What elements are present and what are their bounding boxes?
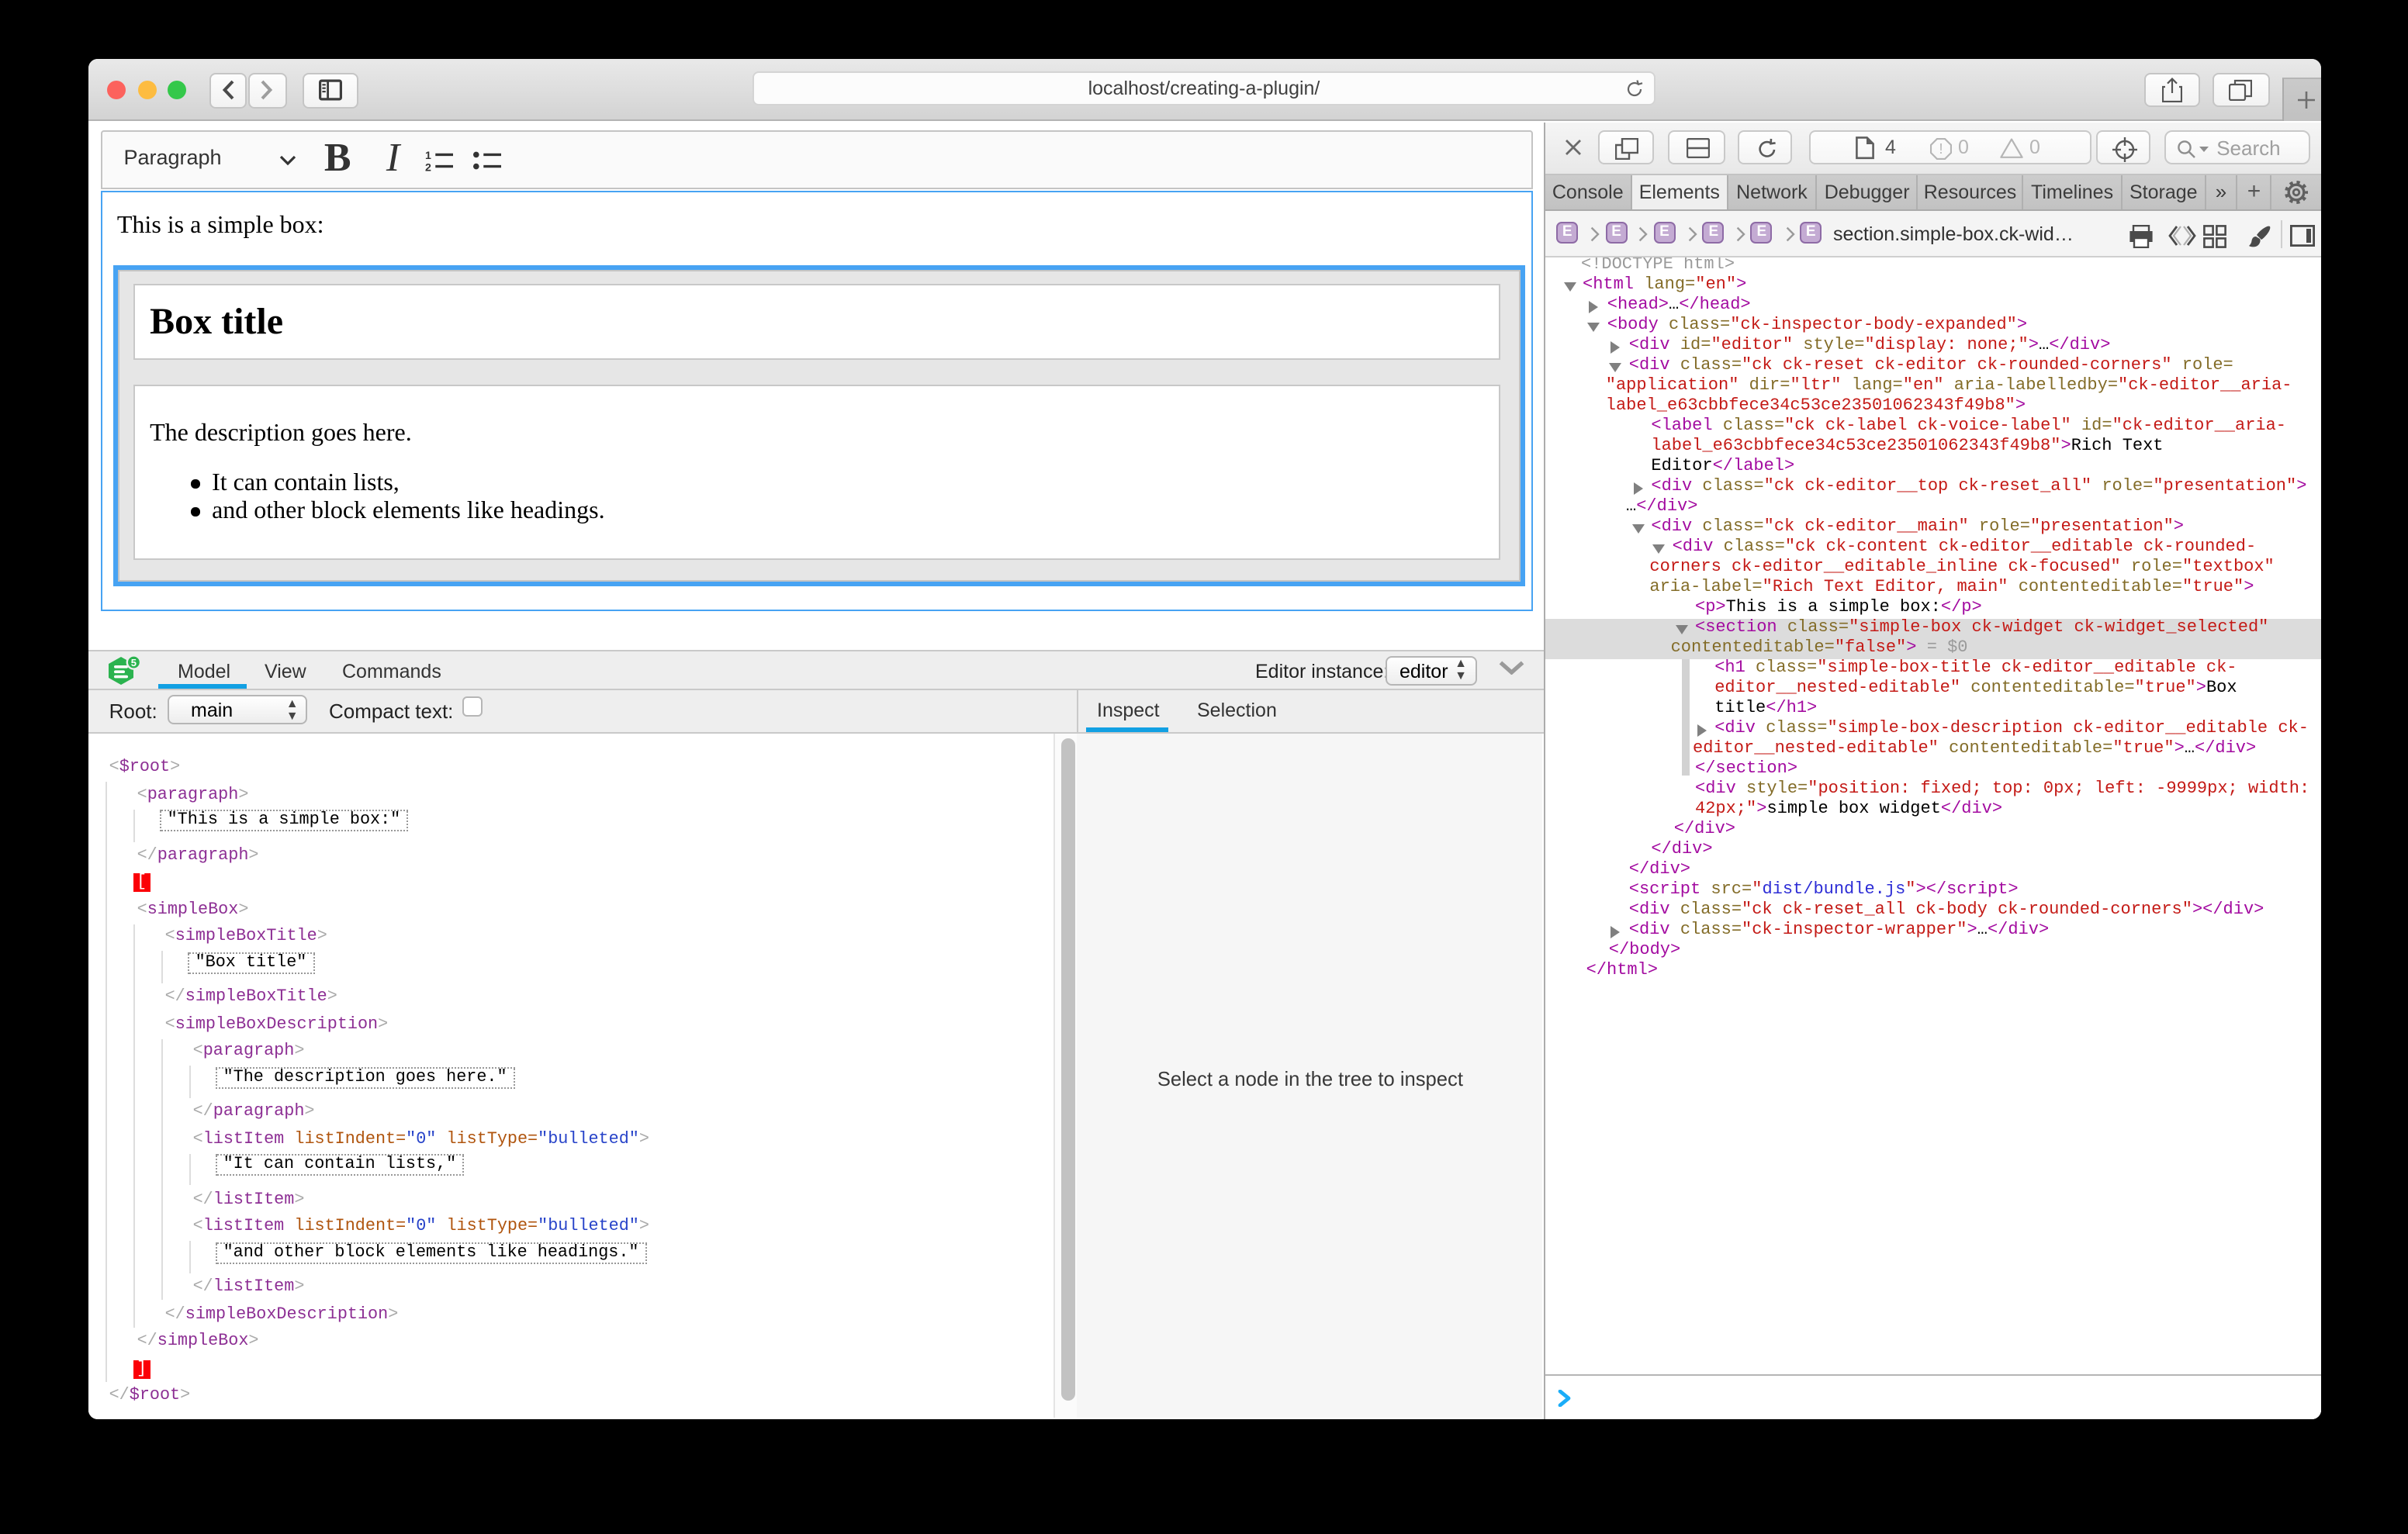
svg-text:1: 1	[426, 150, 432, 162]
svg-text:!: !	[1939, 140, 1943, 156]
svg-text:5: 5	[130, 658, 136, 669]
svg-text:2: 2	[426, 162, 432, 173]
